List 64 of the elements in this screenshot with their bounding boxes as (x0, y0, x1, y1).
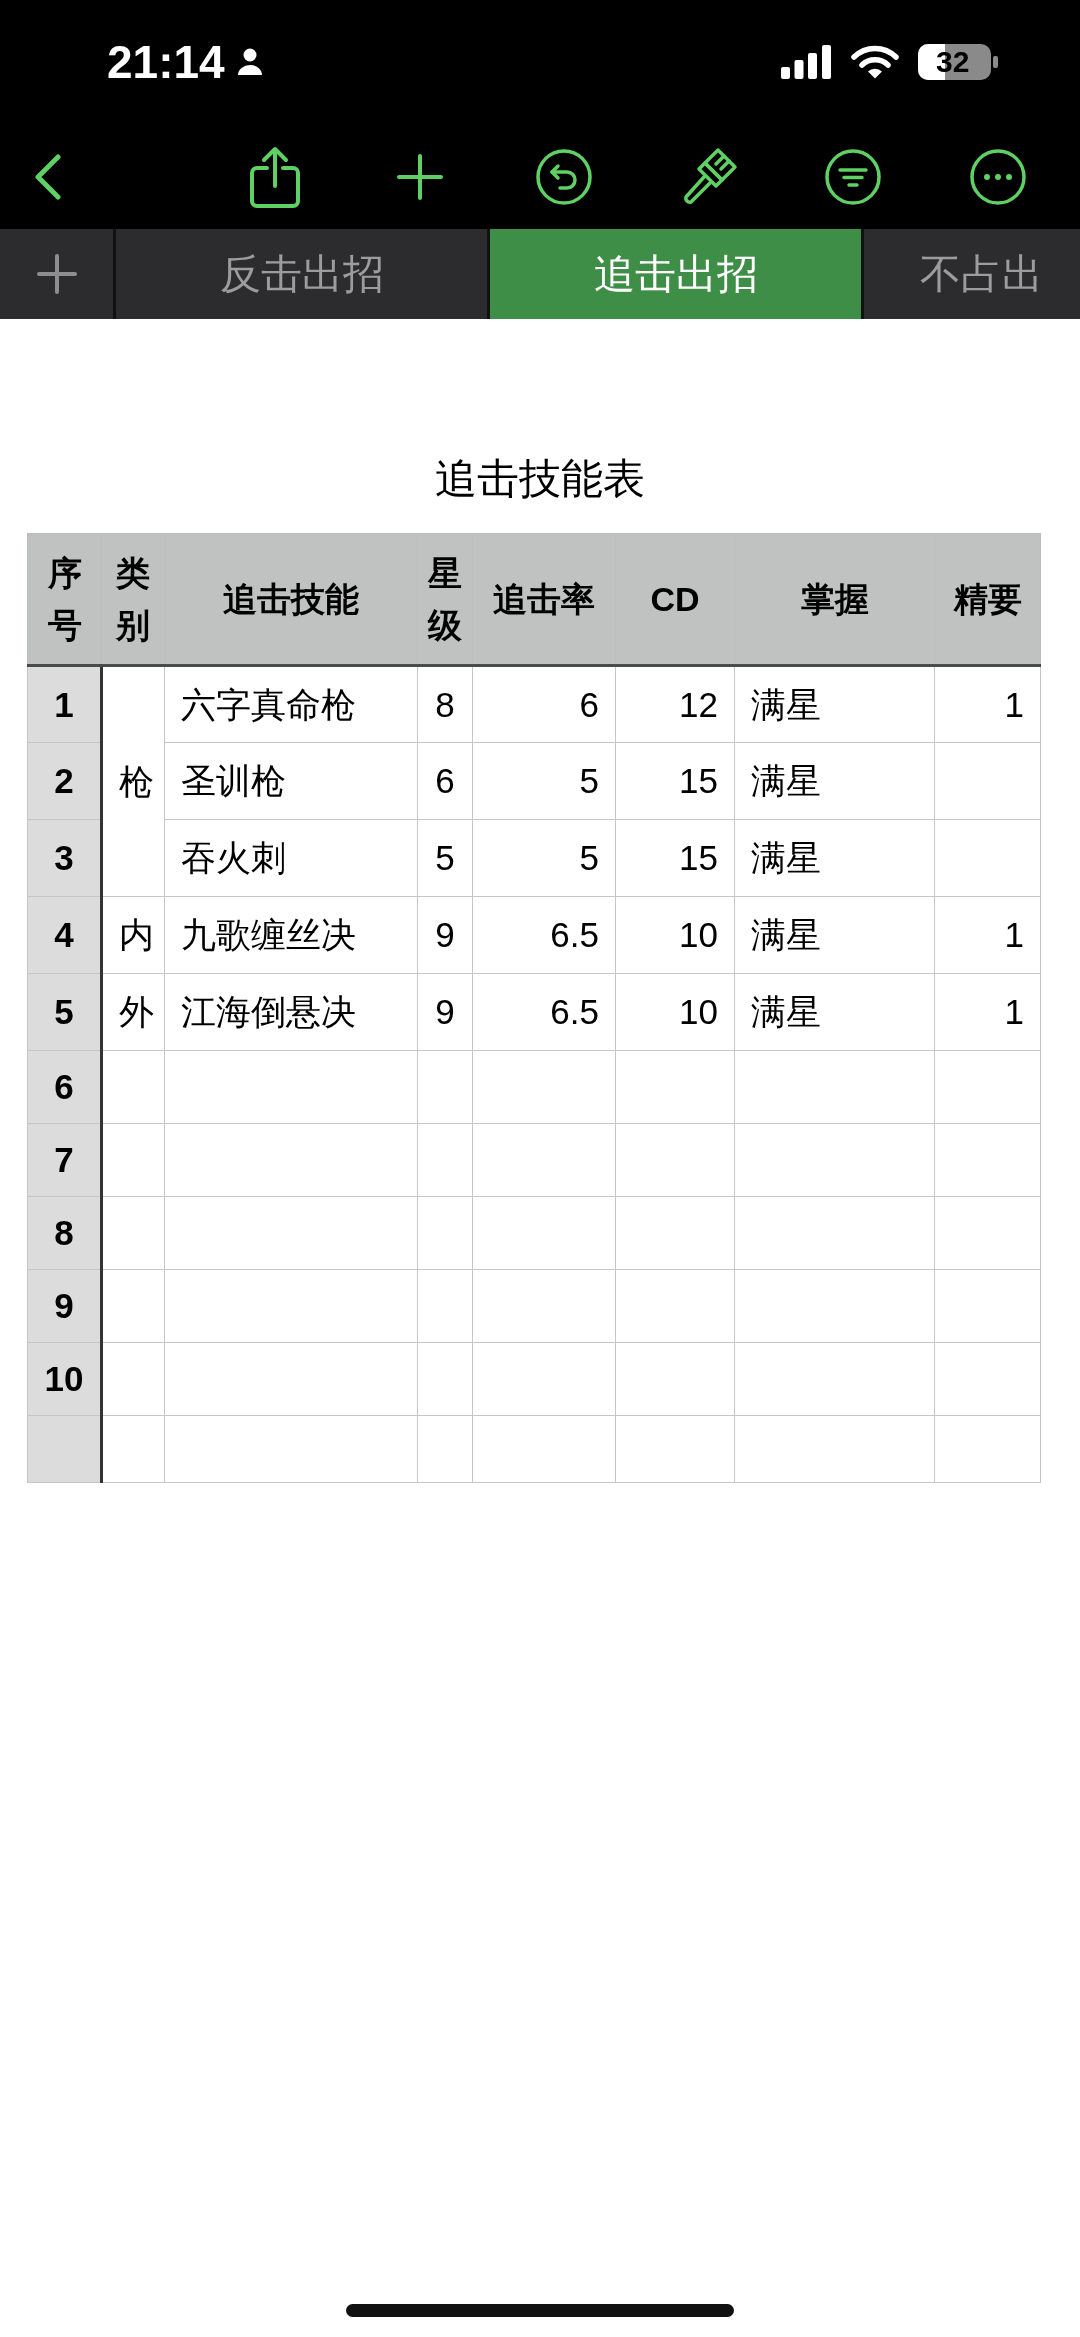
table-cell: 1 (934, 665, 1041, 743)
table-cell: 圣训枪 (164, 742, 418, 820)
table-cell: 外 (101, 973, 165, 1051)
table-cell: 内 (101, 896, 165, 974)
table-cell: 5 (417, 819, 473, 897)
row-header: 5 (27, 973, 102, 1051)
wifi-icon (851, 45, 899, 79)
table-cell: 九歌缠丝决 (164, 896, 418, 974)
table-cell: 1 (934, 973, 1041, 1051)
table-cell: 15 (615, 742, 735, 820)
row-header: 10 (27, 1342, 102, 1416)
row-header: 6 (27, 1050, 102, 1124)
table-cell: 6 (417, 742, 473, 820)
sheet-tab[interactable]: 追击出招 (490, 229, 861, 319)
table-cell: 15 (615, 819, 735, 897)
row-header: 3 (27, 819, 102, 897)
table-cell: 12 (615, 665, 735, 743)
plus-icon[interactable] (396, 153, 443, 200)
table-cell: 满星 (734, 742, 935, 820)
row-header: 4 (27, 896, 102, 974)
plus-icon (36, 254, 77, 294)
table-cell: 满星 (734, 896, 935, 974)
sheet-tab[interactable]: 不占出 (864, 229, 1080, 319)
table-cell: 6.5 (472, 973, 616, 1051)
table-cell: 5 (472, 742, 616, 820)
table-cell: 江海倒悬决 (164, 973, 418, 1051)
sheet-tab[interactable]: 反击出招 (116, 229, 487, 319)
filter-icon[interactable] (825, 148, 882, 205)
more-icon[interactable] (969, 148, 1026, 205)
table-title: 追击技能表 (435, 454, 645, 504)
share-icon[interactable] (250, 145, 300, 208)
signal-icon (781, 45, 831, 79)
column-header: 序号 (27, 533, 102, 666)
row-header: 8 (27, 1196, 102, 1270)
status-time: 21:14 (107, 39, 225, 85)
table-cell: 满星 (734, 973, 935, 1051)
table-cell: 9 (417, 973, 473, 1051)
table-cell: 10 (615, 973, 735, 1051)
table-cell: 1 (934, 896, 1041, 974)
column-header: 追击技能 (164, 533, 418, 666)
column-header: CD (615, 533, 735, 666)
table-cell: 六字真命枪 (164, 665, 418, 743)
undo-icon[interactable] (536, 148, 593, 205)
column-header: 追击率 (472, 533, 616, 666)
table-cell: 吞火刺 (164, 819, 418, 897)
row-header: 1 (27, 665, 102, 743)
table-cell: 6 (472, 665, 616, 743)
row-header: 2 (27, 742, 102, 820)
table-cell: 5 (472, 819, 616, 897)
table-cell: 满星 (734, 665, 935, 743)
row-header: 7 (27, 1123, 102, 1197)
person-icon (236, 48, 263, 76)
row-header: 9 (27, 1269, 102, 1343)
column-header: 精要 (934, 533, 1041, 666)
table-cell: 9 (417, 896, 473, 974)
column-header: 掌握 (734, 533, 935, 666)
table-cell: 6.5 (472, 896, 616, 974)
table-cell: 8 (417, 665, 473, 743)
column-header: 类别 (101, 533, 165, 666)
back-chevron-icon[interactable] (34, 153, 62, 200)
table-cell: 10 (615, 896, 735, 974)
table-cell: 满星 (734, 819, 935, 897)
column-header: 星级 (417, 533, 473, 666)
add-sheet-button[interactable] (0, 229, 113, 319)
